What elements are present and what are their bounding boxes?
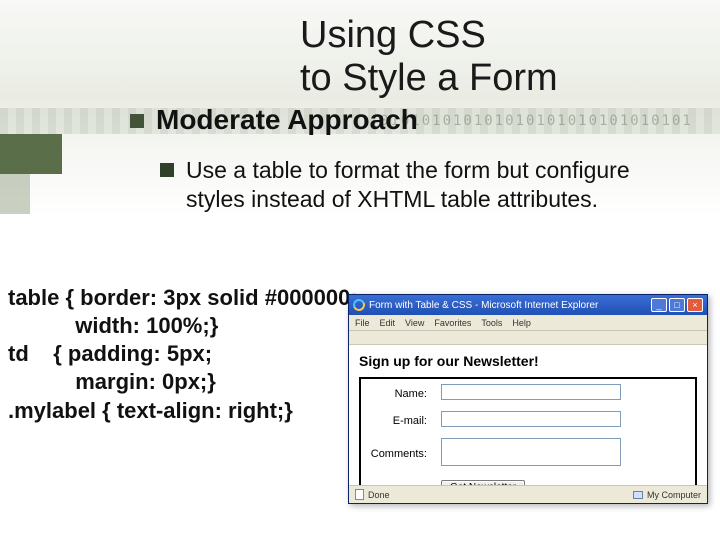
page-content: Sign up for our Newsletter! Name: E-mail… — [349, 345, 707, 485]
submit-button[interactable]: Get Newsletter — [441, 480, 525, 485]
ie-icon — [351, 297, 366, 312]
window-title: Form with Table & CSS - Microsoft Intern… — [369, 300, 598, 311]
status-right: My Computer — [633, 490, 701, 500]
table-row: E-mail: — [363, 408, 693, 433]
email-field[interactable] — [441, 411, 621, 427]
form-heading: Sign up for our Newsletter! — [359, 353, 697, 369]
label-comments: Comments: — [363, 435, 433, 472]
menu-view[interactable]: View — [405, 318, 424, 328]
comments-field[interactable] — [441, 438, 621, 466]
square-bullet-icon — [130, 114, 144, 128]
accent-block — [0, 134, 62, 174]
title-line-1: Using CSS — [300, 14, 486, 56]
name-field[interactable] — [441, 384, 621, 400]
titlebar-left: Form with Table & CSS - Microsoft Intern… — [353, 299, 598, 311]
statusbar: Done My Computer — [349, 485, 707, 503]
form-table: Name: E-mail: Comments: Get Newsletter — [359, 377, 697, 485]
accent-block-faded — [0, 174, 30, 214]
label-email: E-mail: — [363, 408, 433, 433]
table-row: Name: — [363, 381, 693, 406]
table-row: Comments: — [363, 435, 693, 472]
titlebar: Form with Table & CSS - Microsoft Intern… — [349, 295, 707, 315]
close-button[interactable]: × — [687, 298, 703, 312]
window-buttons: _ □ × — [651, 298, 703, 312]
bullet-1-text: Moderate Approach — [156, 104, 418, 136]
browser-window: Form with Table & CSS - Microsoft Intern… — [348, 294, 708, 504]
title-line-2: to Style a Form — [300, 57, 558, 99]
bullet-2-text: Use a table to format the form but confi… — [186, 156, 680, 215]
computer-icon — [633, 491, 643, 499]
bullet-level-1: Moderate Approach — [130, 104, 690, 136]
menubar: File Edit View Favorites Tools Help — [349, 315, 707, 331]
slide-title: Using CSS to Style a Form — [300, 14, 700, 99]
menu-tools[interactable]: Tools — [481, 318, 502, 328]
menu-edit[interactable]: Edit — [380, 318, 396, 328]
zone-text: My Computer — [647, 490, 701, 500]
label-name: Name: — [363, 381, 433, 406]
toolbar-strip — [349, 331, 707, 345]
slide: 010101010101010101010101010101 Using CSS… — [0, 0, 720, 540]
table-row: Get Newsletter — [363, 474, 693, 485]
minimize-button[interactable]: _ — [651, 298, 667, 312]
maximize-button[interactable]: □ — [669, 298, 685, 312]
menu-favorites[interactable]: Favorites — [434, 318, 471, 328]
status-left: Done — [355, 489, 390, 500]
bullet-level-2: Use a table to format the form but confi… — [160, 156, 680, 215]
square-bullet-icon — [160, 163, 174, 177]
menu-help[interactable]: Help — [512, 318, 531, 328]
status-text: Done — [368, 490, 390, 500]
menu-file[interactable]: File — [355, 318, 370, 328]
document-icon — [355, 489, 364, 500]
